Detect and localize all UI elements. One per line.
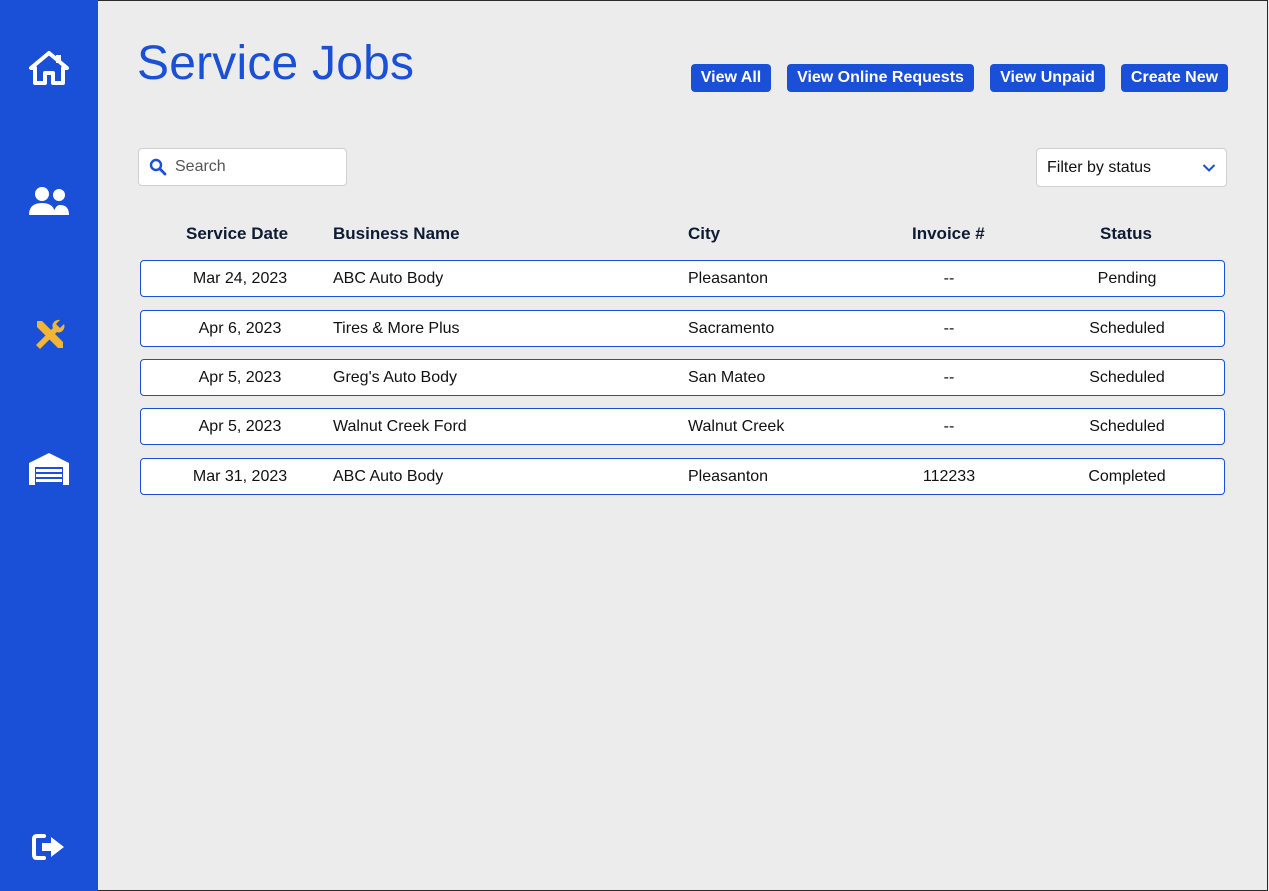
city-cell: Pleasanton xyxy=(688,270,769,287)
business-name-cell: ABC Auto Body xyxy=(333,468,444,485)
sidebar-item-home[interactable] xyxy=(0,38,98,98)
status-cell: Scheduled xyxy=(1089,320,1165,337)
window-frame xyxy=(0,0,1268,891)
invoice-cell: -- xyxy=(943,369,955,386)
column-header-service-date[interactable]: Service Date xyxy=(186,224,288,244)
users-icon xyxy=(29,187,69,215)
business-name-cell: ABC Auto Body xyxy=(333,270,444,287)
garage-icon xyxy=(29,453,69,485)
invoice-cell: 112233 xyxy=(922,468,976,485)
column-header-status[interactable]: Status xyxy=(1100,224,1152,244)
table-row[interactable]: Mar 31, 2023 ABC Auto Body Pleasanton 11… xyxy=(140,458,1225,495)
service-date-cell: Mar 24, 2023 xyxy=(192,270,288,287)
table-row[interactable]: Apr 6, 2023 Tires & More Plus Sacramento… xyxy=(140,310,1225,347)
table-row[interactable]: Apr 5, 2023 Greg's Auto Body San Mateo -… xyxy=(140,359,1225,396)
service-date-cell: Apr 5, 2023 xyxy=(198,418,282,435)
search-box xyxy=(138,148,347,186)
view-all-button[interactable]: View All xyxy=(691,64,771,92)
view-unpaid-button[interactable]: View Unpaid xyxy=(990,64,1105,92)
search-input[interactable] xyxy=(175,158,335,176)
service-date-cell: Mar 31, 2023 xyxy=(192,468,288,485)
home-icon xyxy=(29,51,69,85)
business-name-cell: Greg's Auto Body xyxy=(333,369,458,386)
chevron-down-icon xyxy=(1202,163,1216,172)
table-row[interactable]: Apr 5, 2023 Walnut Creek Ford Walnut Cre… xyxy=(140,408,1225,445)
status-filter-label: Filter by status xyxy=(1047,158,1152,176)
column-header-city[interactable]: City xyxy=(688,224,720,244)
status-cell: Pending xyxy=(1097,270,1157,287)
table-row[interactable]: Mar 24, 2023 ABC Auto Body Pleasanton --… xyxy=(140,260,1225,297)
business-name-cell: Walnut Creek Ford xyxy=(333,418,467,435)
sidebar-item-garage[interactable] xyxy=(0,439,98,499)
status-cell: Completed xyxy=(1088,468,1166,485)
column-header-business-name[interactable]: Business Name xyxy=(333,224,460,244)
city-cell: Sacramento xyxy=(688,320,775,337)
page-title: Service Jobs xyxy=(137,37,415,90)
city-cell: Walnut Creek xyxy=(688,418,785,435)
column-header-invoice[interactable]: Invoice # xyxy=(912,224,985,244)
tools-icon xyxy=(36,319,65,349)
invoice-cell: -- xyxy=(943,418,955,435)
business-name-cell: Tires & More Plus xyxy=(333,320,460,337)
service-date-cell: Apr 6, 2023 xyxy=(198,320,282,337)
sidebar xyxy=(0,0,98,891)
status-filter-select[interactable]: Filter by status xyxy=(1036,148,1227,187)
logout-icon xyxy=(32,834,64,860)
sidebar-item-service-jobs[interactable] xyxy=(0,305,98,365)
create-new-button[interactable]: Create New xyxy=(1121,64,1228,92)
sidebar-item-customers[interactable] xyxy=(0,172,98,232)
city-cell: San Mateo xyxy=(688,369,766,386)
status-cell: Scheduled xyxy=(1089,369,1165,386)
invoice-cell: -- xyxy=(943,270,955,287)
view-online-requests-button[interactable]: View Online Requests xyxy=(787,64,974,92)
city-cell: Pleasanton xyxy=(688,468,769,485)
service-date-cell: Apr 5, 2023 xyxy=(198,369,282,386)
invoice-cell: -- xyxy=(943,320,955,337)
status-cell: Scheduled xyxy=(1089,418,1165,435)
logout-button[interactable] xyxy=(0,817,98,877)
search-icon xyxy=(149,158,167,176)
